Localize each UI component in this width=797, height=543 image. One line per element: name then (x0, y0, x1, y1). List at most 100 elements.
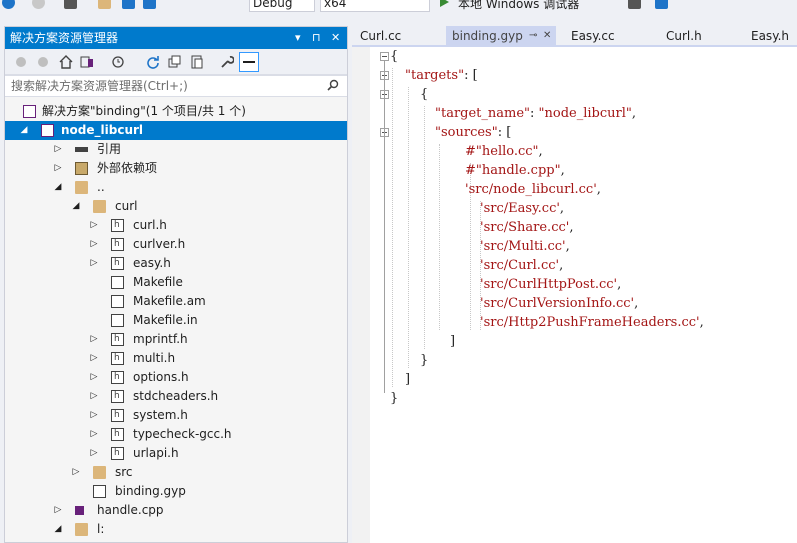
tree-row[interactable]: ▷ typecheck-gcc.h (5, 425, 347, 444)
back-icon[interactable] (13, 54, 29, 70)
new-item-icon[interactable] (64, 0, 77, 9)
code-line: { (420, 85, 428, 104)
tree-row[interactable]: ▷ 引用 (5, 140, 347, 159)
header-file-icon (111, 330, 124, 349)
tab-easy-cc[interactable]: Easy.cc (565, 26, 651, 46)
forward-icon[interactable] (35, 54, 51, 70)
collapsed-arrow-icon[interactable]: ▷ (89, 330, 99, 349)
collapsed-arrow-icon[interactable]: ▷ (89, 425, 99, 444)
tree-row[interactable]: ▷ 外部依赖项 (5, 159, 347, 178)
close-tab-icon[interactable]: ✕ (543, 26, 551, 46)
tree-row[interactable]: ▷ easy.h (5, 254, 347, 273)
search-icon[interactable] (327, 79, 339, 91)
collapsed-arrow-icon[interactable]: ▷ (89, 444, 99, 463)
tree-row[interactable]: ◢.. (5, 178, 347, 197)
tree-row[interactable]: ◢ curl (5, 197, 347, 216)
expanded-arrow-icon[interactable]: ◢ (53, 520, 63, 539)
collapsed-arrow-icon[interactable]: ▷ (71, 463, 81, 482)
collapsed-arrow-icon[interactable]: ▷ (89, 216, 99, 235)
solution-explorer: 解决方案资源管理器 ▾ ⊓ ✕ 搜索解决方案资源管理器(Ctrl+;) 解决方案… (4, 26, 348, 543)
collapse-all-icon[interactable] (167, 54, 183, 70)
fold-toggle-icon[interactable] (380, 52, 389, 61)
save-icon[interactable] (122, 0, 135, 9)
expanded-arrow-icon[interactable]: ◢ (53, 178, 63, 197)
find-icon[interactable] (628, 0, 641, 9)
configuration-select[interactable]: Debug (249, 0, 315, 12)
folder-icon (75, 523, 88, 536)
code-line: 'src/Http2PushFrameHeaders.cc', (480, 313, 704, 332)
dropdown-icon[interactable]: ▾ (295, 27, 301, 49)
tree-row-label: Makefile (133, 275, 183, 289)
collapsed-arrow-icon[interactable]: ▷ (89, 349, 99, 368)
save-all-icon[interactable] (143, 0, 156, 9)
tree-row[interactable]: ▷ handle.cpp (5, 501, 347, 520)
tree-row[interactable]: ▷ system.h (5, 406, 347, 425)
editor-margin (352, 47, 370, 543)
tree-row[interactable]: ◢ l: (5, 520, 347, 539)
tree-row[interactable]: Makefile.in (5, 311, 347, 330)
collapsed-arrow-icon[interactable]: ▷ (89, 235, 99, 254)
tree-row-label: 解决方案"binding"(1 个项目/共 1 个) (42, 104, 246, 118)
folder-icon (93, 466, 106, 479)
code-punctuation: , (617, 277, 622, 292)
collapsed-arrow-icon[interactable]: ▷ (89, 387, 99, 406)
pin-tab-icon[interactable]: ⊸ (529, 26, 537, 46)
collapsed-arrow-icon[interactable]: ▷ (89, 368, 99, 387)
tree-row[interactable]: ▷ stdcheaders.h (5, 387, 347, 406)
tree-row[interactable]: ▷ multi.h (5, 349, 347, 368)
tree-row[interactable]: 解决方案"binding"(1 个项目/共 1 个) (5, 102, 347, 121)
header-file-icon (111, 349, 124, 368)
code-line: } (390, 389, 398, 408)
tab-binding-gyp[interactable]: binding.gyp ⊸ ✕ (446, 26, 556, 46)
home-icon[interactable] (58, 54, 74, 70)
tree-row[interactable]: Makefile (5, 273, 347, 292)
open-icon[interactable] (98, 0, 111, 9)
platform-select[interactable]: x64 (320, 0, 430, 12)
back-icon[interactable] (2, 0, 15, 9)
tree-row[interactable]: ◢ node_libcurl (5, 121, 347, 140)
code-punctuation: , (560, 163, 565, 178)
code-punctuation: , (565, 239, 570, 254)
tab-curl-h[interactable]: Curl.h (660, 26, 740, 46)
toolbar-tool-icon[interactable] (655, 0, 668, 9)
tree-row-label: mprintf.h (133, 332, 188, 346)
forward-icon[interactable] (32, 0, 45, 9)
expanded-arrow-icon[interactable]: ◢ (71, 197, 81, 216)
run-button-label[interactable]: 本地 Windows 调试器 (458, 0, 579, 12)
show-all-files-icon[interactable] (189, 54, 205, 70)
properties-icon[interactable] (219, 54, 235, 70)
code-token: 'src/CurlHttpPost.cc' (480, 277, 618, 292)
preview-selected-items-icon[interactable] (239, 52, 259, 72)
expanded-arrow-icon[interactable]: ◢ (19, 121, 29, 140)
history-icon[interactable] (110, 54, 126, 70)
close-icon[interactable]: ✕ (331, 27, 340, 49)
collapsed-arrow-icon[interactable]: ▷ (89, 254, 99, 273)
tree-row[interactable]: Makefile.am (5, 292, 347, 311)
collapsed-arrow-icon[interactable]: ▷ (53, 140, 63, 159)
refresh-icon[interactable] (145, 54, 161, 70)
solution-explorer-search[interactable]: 搜索解决方案资源管理器(Ctrl+;) (5, 75, 347, 97)
solution-tree: 解决方案"binding"(1 个项目/共 1 个) ◢ node_libcurl ▷… (5, 102, 347, 539)
tab-curl-cc[interactable]: Curl.cc (354, 26, 440, 46)
tab-label: Curl.h (666, 29, 702, 43)
indent-guide (408, 87, 409, 368)
tree-row[interactable]: ▷ mprintf.h (5, 330, 347, 349)
collapsed-arrow-icon[interactable]: ▷ (89, 406, 99, 425)
code-line: #"handle.cpp", (465, 161, 565, 180)
switch-views-icon[interactable] (79, 54, 95, 70)
tab-easy-h[interactable]: Easy.h (745, 26, 797, 46)
tree-row[interactable]: ▷ curlver.h (5, 235, 347, 254)
pin-icon[interactable]: ⊓ (312, 27, 321, 49)
collapsed-arrow-icon[interactable]: ▷ (53, 159, 63, 178)
code-line: 'src/Multi.cc', (480, 237, 570, 256)
tree-row[interactable]: ▷ urlapi.h (5, 444, 347, 463)
run-icon[interactable] (440, 0, 449, 7)
tree-row[interactable]: ▷ curl.h (5, 216, 347, 235)
code-line: 'src/CurlHttpPost.cc', (480, 275, 621, 294)
solution-explorer-toolbar (5, 49, 347, 75)
tree-row[interactable]: binding.gyp (5, 482, 347, 501)
tree-row[interactable]: ▷ options.h (5, 368, 347, 387)
collapsed-arrow-icon[interactable]: ▷ (53, 501, 63, 520)
code-editor[interactable]: {"targets": [{"target_name": "node_libcu… (352, 47, 797, 543)
tree-row[interactable]: ▷ src (5, 463, 347, 482)
